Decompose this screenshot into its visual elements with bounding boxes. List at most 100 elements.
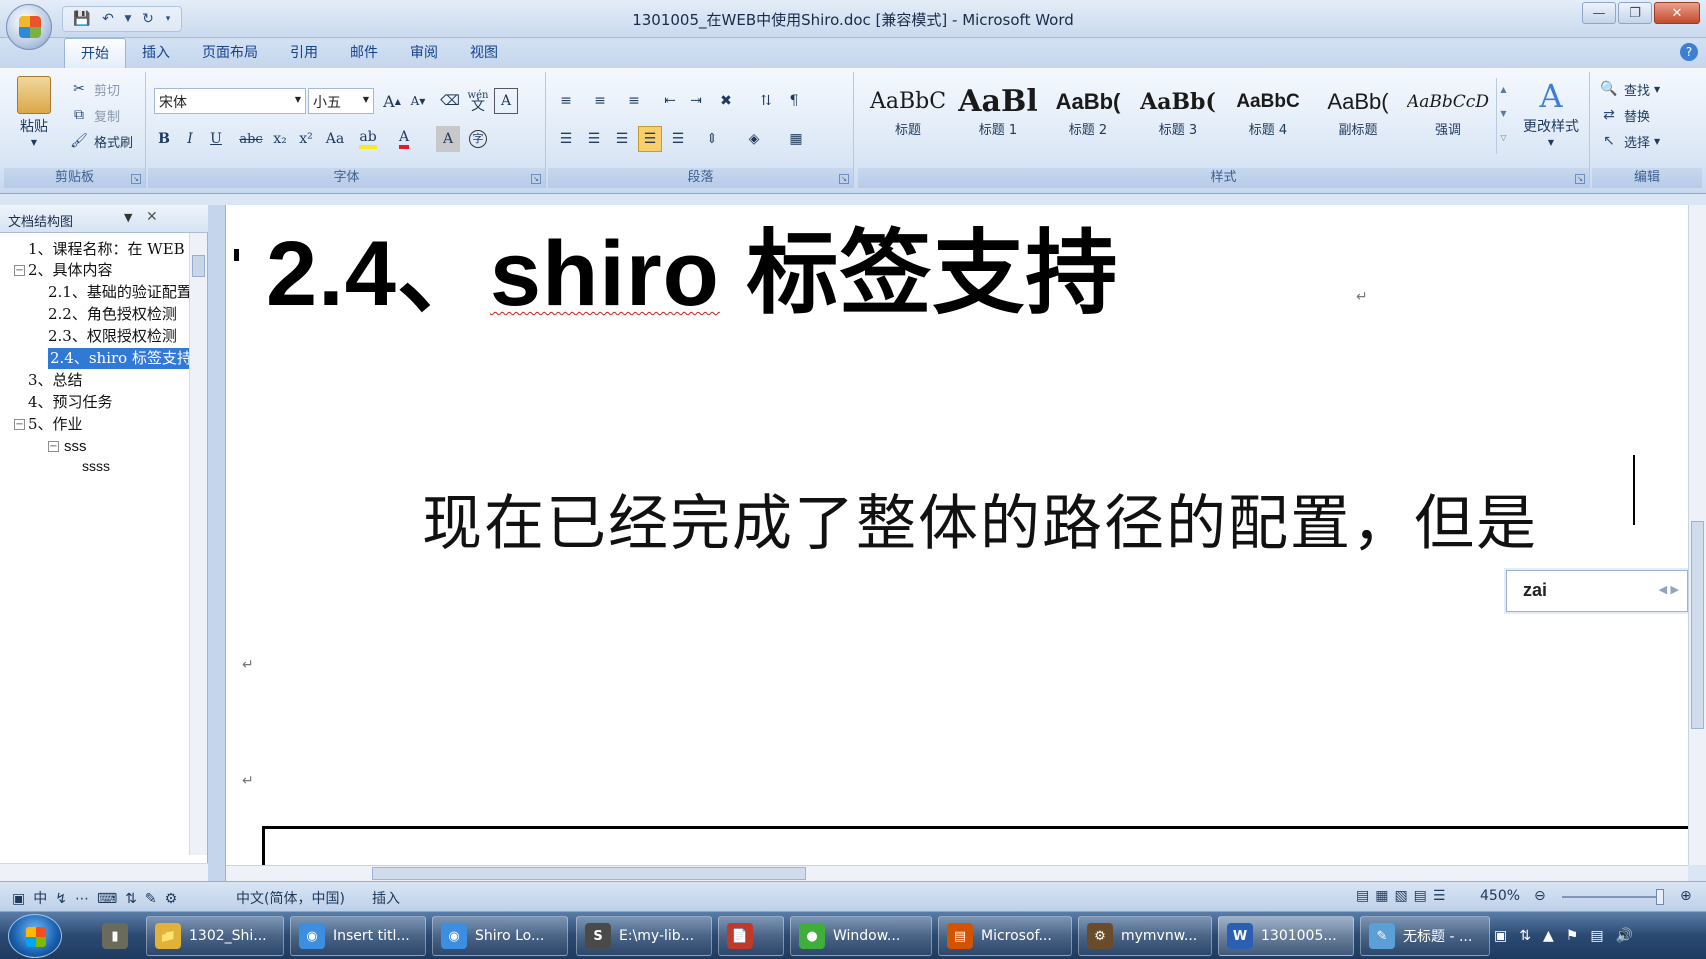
help-icon[interactable]: ? — [1680, 43, 1698, 61]
dialog-launcher-icon[interactable]: ↘ — [131, 174, 141, 184]
zoom-out-icon[interactable]: ⊖ — [1534, 888, 1546, 904]
scroll-thumb[interactable] — [1691, 521, 1704, 729]
tab-references[interactable]: 引用 — [274, 38, 334, 68]
zoom-slider[interactable] — [1562, 896, 1662, 898]
decrease-indent-button[interactable]: ⇤ — [658, 88, 682, 114]
taskbar-item[interactable]: ◉ Insert titl... — [290, 916, 426, 956]
office-button[interactable] — [6, 4, 52, 50]
taskbar-pinned-app[interactable]: ▮ — [90, 916, 140, 956]
start-button[interactable] — [8, 914, 62, 958]
tab-page-layout[interactable]: 页面布局 — [186, 38, 274, 68]
style-title[interactable]: AaBbC 标题 — [866, 84, 950, 146]
style-heading-2[interactable]: AaBb( 标题 2 — [1046, 84, 1130, 146]
styles-scroll[interactable]: ▲ ▼ ▽ — [1496, 78, 1510, 154]
taskbar-item[interactable]: 📄 — [718, 916, 784, 956]
taskbar-item[interactable]: ✎ 无标题 - ... — [1360, 916, 1490, 956]
flag-icon[interactable]: ⚑ — [1566, 928, 1579, 944]
justify-button[interactable]: ☰ — [638, 126, 662, 152]
paste-button[interactable]: 粘贴 ▼ — [12, 76, 56, 147]
minimize-icon[interactable]: — — [1582, 2, 1616, 24]
multilevel-list-button[interactable]: ≡ — [622, 88, 646, 114]
collapse-icon[interactable]: − — [14, 419, 25, 430]
tab-view[interactable]: 视图 — [454, 38, 514, 68]
body-paragraph[interactable]: 现在已经完成了整体的路径的配置，但是 — [422, 475, 1538, 562]
style-heading-4[interactable]: AaBbC 标题 4 — [1226, 84, 1310, 146]
font-family-select[interactable]: 宋体 ▼ — [154, 88, 306, 114]
nav-item[interactable]: 3、总结 — [28, 370, 83, 391]
shrink-font-button[interactable]: A ▼ — [406, 88, 430, 114]
bold-button[interactable]: B — [152, 126, 176, 152]
ime-page-arrows-icon[interactable]: ◀ ▶ — [1659, 583, 1679, 596]
nav-vertical-scrollbar[interactable] — [189, 233, 207, 855]
font-color-button[interactable]: A — [392, 126, 416, 152]
taskbar-item[interactable]: ◉ Shiro Lo... — [432, 916, 568, 956]
change-case-button[interactable]: Aa — [320, 126, 350, 152]
change-styles-button[interactable]: A 更改样式 ▼ — [1518, 78, 1584, 147]
highlight-button[interactable]: ab — [356, 126, 380, 152]
taskbar-item[interactable]: ● Window... — [790, 916, 932, 956]
nav-item[interactable]: ssss — [82, 456, 110, 477]
network-icon[interactable]: ▤ — [1590, 928, 1603, 944]
show-marks-button[interactable]: ¶ — [782, 88, 806, 114]
dialog-launcher-icon[interactable]: ↘ — [1575, 174, 1585, 184]
cut-button[interactable]: ✂ 剪切 — [68, 78, 120, 100]
line-spacing-button[interactable]: ⇕ — [700, 126, 724, 152]
copy-button[interactable]: ⧉ 复制 — [68, 104, 120, 126]
document-heading[interactable]: 2.4、shiro 标签支持 — [266, 205, 1118, 332]
shading-button[interactable]: ◈ — [742, 126, 766, 152]
taskbar-item[interactable]: S E:\my-lib... — [576, 916, 712, 956]
align-center-button[interactable]: ☰ — [582, 126, 606, 152]
nav-item[interactable]: 2、具体内容 — [28, 260, 113, 281]
tab-mailings[interactable]: 邮件 — [334, 38, 394, 68]
format-painter-button[interactable]: 🖌 格式刷 — [68, 130, 133, 152]
sort-button[interactable]: ⇅ — [754, 88, 778, 114]
numbering-button[interactable]: ≡ — [588, 88, 612, 114]
close-icon[interactable]: ✕ — [1654, 2, 1700, 24]
align-left-button[interactable]: ☰ — [554, 126, 578, 152]
document-canvas[interactable]: 2.4、shiro 标签支持 ↵ 现在已经完成了整体的路径的配置，但是 ↵ ↵ — [226, 205, 1688, 865]
style-emphasis[interactable]: AaBbCcDi 强调 — [1406, 84, 1490, 146]
chevron-down-icon[interactable]: ▼ — [124, 211, 132, 224]
nav-item[interactable]: 2.1、基础的验证配置 — [48, 282, 192, 303]
borders-button[interactable]: ▦ — [784, 126, 808, 152]
show-hidden-icons-icon[interactable]: ▲ — [1543, 928, 1554, 944]
insert-mode-status[interactable]: 插入 — [372, 888, 400, 908]
restore-icon[interactable]: ❐ — [1618, 2, 1652, 24]
style-heading-1[interactable]: AaBl 标题 1 — [956, 84, 1040, 146]
nav-item-selected[interactable]: 2.4、shiro 标签支持 — [48, 348, 194, 369]
font-size-select[interactable]: 小五 ▼ — [308, 88, 374, 114]
style-heading-3[interactable]: AaBb( 标题 3 — [1136, 84, 1220, 146]
nav-horizontal-scrollbar[interactable] — [0, 863, 208, 881]
enclose-char-button[interactable]: 字 — [466, 126, 490, 152]
superscript-button[interactable]: x² — [294, 126, 318, 152]
align-right-button[interactable]: ☰ — [610, 126, 634, 152]
char-shading-button[interactable]: A — [436, 126, 460, 152]
scroll-thumb[interactable] — [372, 867, 806, 880]
find-button[interactable]: 🔍 查找 ▼ — [1598, 78, 1660, 100]
bullets-button[interactable]: ≡ — [554, 88, 578, 114]
increase-indent-button[interactable]: ⇥ — [684, 88, 708, 114]
view-buttons[interactable]: ▤▦▧▤☰ — [1356, 888, 1451, 904]
nav-item[interactable]: sss — [64, 436, 87, 457]
select-button[interactable]: ↖ 选择 ▼ — [1598, 130, 1660, 152]
document-vertical-scrollbar[interactable] — [1688, 205, 1706, 865]
tab-review[interactable]: 审阅 — [394, 38, 454, 68]
phonetic-guide-button[interactable]: wén 文 — [466, 88, 490, 114]
strikethrough-button[interactable]: abc — [236, 126, 266, 152]
tray-arrows-icon[interactable]: ⇅ — [1519, 928, 1531, 944]
grow-font-button[interactable]: A ▲ — [380, 88, 404, 114]
collapse-icon[interactable]: − — [48, 441, 59, 452]
dialog-launcher-icon[interactable]: ↘ — [839, 174, 849, 184]
chinese-layout-button[interactable]: ✖ — [714, 88, 738, 114]
pane-splitter[interactable] — [208, 205, 226, 881]
close-icon[interactable]: ✕ — [146, 209, 158, 225]
italic-button[interactable]: I — [178, 126, 202, 152]
nav-item[interactable]: 1、课程名称：在 WEB — [28, 239, 185, 260]
zoom-level[interactable]: 450% — [1480, 888, 1520, 904]
tray-icon[interactable]: ▣ — [1494, 928, 1507, 944]
collapse-icon[interactable]: − — [14, 265, 25, 276]
tab-insert[interactable]: 插入 — [126, 38, 186, 68]
taskbar-item[interactable]: ▤ Microsof... — [938, 916, 1072, 956]
taskbar-item[interactable]: ⚙ mymvnw... — [1078, 916, 1212, 956]
zoom-in-icon[interactable]: ⊕ — [1680, 888, 1692, 904]
